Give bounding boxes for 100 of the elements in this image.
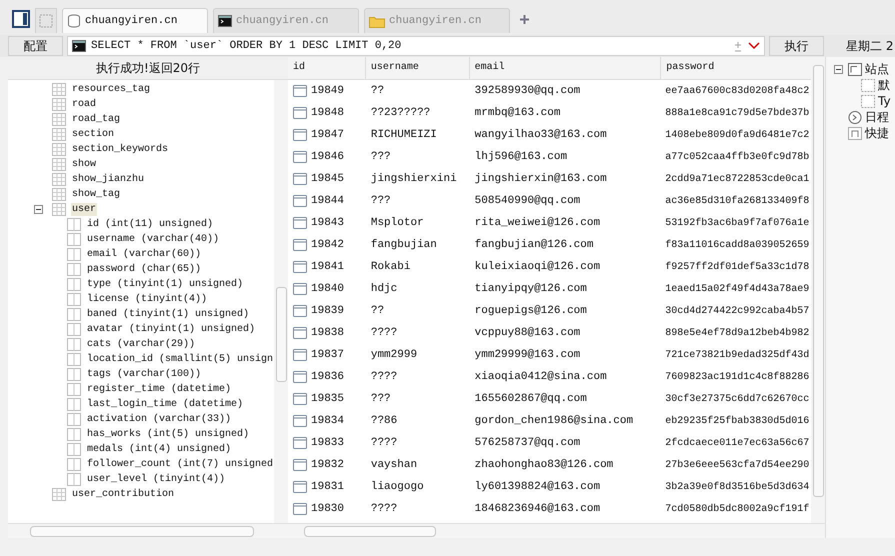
tree-item[interactable]: email (varchar(60)) — [86, 248, 202, 261]
row-icon — [293, 239, 307, 251]
terminal-icon — [72, 40, 86, 52]
execute-button[interactable]: 执行 — [769, 36, 824, 56]
table-cell: 19846 — [311, 151, 344, 163]
table-cell: 19834 — [311, 415, 344, 427]
query-field[interactable]: SELECT * FROM `user` ORDER BY 1 DESC LIMIT 0,20 — [67, 36, 765, 56]
tree-item[interactable]: section_keywords — [71, 143, 170, 156]
column-icon — [67, 353, 81, 366]
table-cell: 2cdd9a71ec8722853cde0ca1 — [665, 174, 810, 184]
table-cell: 19848 — [311, 107, 344, 119]
table-cell: 19838 — [311, 327, 344, 339]
column-icon — [67, 458, 81, 471]
tree-item[interactable]: has_works (int(5) unsigned) — [86, 428, 250, 441]
row-icon — [293, 481, 307, 493]
tree-item[interactable]: road_tag — [71, 113, 122, 126]
table-cell: 1eaed15a02f49f4d43a78ae9 — [665, 284, 810, 294]
tree-item[interactable]: medals (int(4) unsigned) — [86, 443, 232, 456]
table-cell: 19832 — [311, 459, 344, 471]
tree-item[interactable]: avatar (tinyint(1) unsigned) — [86, 323, 256, 336]
table-cell: xiaoqia0412@sina.com — [474, 371, 607, 383]
tree-item[interactable]: activation (varchar(33)) — [86, 413, 232, 426]
table-cell: ???? — [370, 371, 398, 383]
tree-item[interactable]: show_tag — [71, 188, 122, 201]
row-icon — [293, 107, 307, 119]
tree-item[interactable]: last_login_time (datetime) — [86, 398, 244, 411]
table-cell: 7609823ac191d1c4c8f88286 — [665, 372, 810, 382]
table-cell: 7cd0580db5dc8002a9cf191f — [665, 504, 810, 514]
tree-item[interactable]: cats (varchar(29)) — [86, 338, 196, 351]
table-cell: 392589930@qq.com — [474, 85, 580, 97]
date-label: 星期二 2 — [846, 38, 894, 54]
table-cell: 1655602867@qq.com — [474, 393, 587, 405]
tree-item[interactable]: user_level (tinyint(4)) — [86, 473, 226, 486]
tree-item[interactable]: 默 — [878, 76, 890, 94]
tree-item[interactable]: 日程 — [865, 108, 889, 126]
table-cell: eb29235f25fbab3830d5d016 — [665, 416, 810, 426]
tree-item[interactable]: license (tinyint(4)) — [86, 293, 208, 306]
table-cell: 19843 — [311, 217, 344, 229]
tree-item[interactable]: road — [71, 98, 98, 111]
tree-item[interactable]: show_jianzhu — [71, 173, 146, 186]
column-icon — [67, 323, 81, 336]
column-icon — [67, 338, 81, 351]
tree-item[interactable]: 快捷 — [865, 124, 889, 142]
row-icon — [293, 437, 307, 449]
column-header[interactable]: id — [288, 57, 366, 79]
collapse-icon[interactable] — [34, 205, 43, 214]
horizontal-scrollbar[interactable] — [8, 523, 288, 538]
tree-item[interactable]: password (char(65)) — [86, 263, 202, 276]
tree-item[interactable]: Ty — [878, 94, 891, 108]
table-cell: ymm2999 — [370, 349, 418, 361]
table-cell: f83a11016cadd8a039052659 — [665, 240, 810, 250]
column-header[interactable]: email — [470, 57, 662, 79]
tree-item[interactable]: type (tinyint(1) unsigned) — [86, 278, 244, 291]
tree-item[interactable]: username (varchar(40)) — [86, 233, 220, 246]
column-header[interactable]: username — [366, 57, 470, 79]
vertical-scrollbar[interactable] — [811, 57, 825, 523]
tree-item[interactable]: 站点 — [865, 60, 889, 78]
tree-item[interactable]: resources_tag — [71, 83, 152, 96]
tree-item[interactable]: show — [71, 158, 98, 171]
collapse-icon[interactable] — [834, 64, 843, 74]
table-icon — [52, 173, 66, 186]
table-cell: mrmbq@163.com — [474, 107, 560, 119]
row-icon — [293, 349, 307, 361]
column-icon — [67, 233, 81, 246]
table-icon — [52, 128, 66, 141]
vertical-scrollbar[interactable] — [274, 80, 288, 523]
config-button[interactable]: 配置 — [8, 36, 63, 56]
table-icon — [52, 113, 66, 126]
table-cell: 19845 — [311, 173, 344, 185]
dropdown-icon — [748, 42, 760, 50]
tree-item[interactable]: user_contribution — [71, 488, 176, 501]
table-cell: ??23????? — [370, 107, 430, 119]
tree-item[interactable]: baned (tinyint(1) unsigned) — [86, 308, 250, 321]
table-cell: 19836 — [311, 371, 344, 383]
column-icon — [67, 293, 81, 306]
table-cell: liaogogo — [370, 481, 424, 493]
column-icon — [67, 413, 81, 426]
row-icon — [293, 151, 307, 163]
tree-item[interactable]: location_id (smallint(5) unsign — [86, 353, 274, 366]
tree-item[interactable]: register_time (datetime) — [86, 383, 232, 396]
tree-item[interactable]: section — [71, 128, 116, 141]
table-cell: 898e5e4ef78d9a12beb4b982 — [665, 328, 810, 338]
table-cell: ac36e85d310fa268133409f8 — [665, 196, 810, 206]
tree-item[interactable]: user — [71, 203, 98, 216]
column-icon — [67, 263, 81, 276]
grid-tab-icon[interactable] — [35, 8, 57, 33]
table-cell: 19833 — [311, 437, 344, 449]
tree-item[interactable]: tags (varchar(100)) — [86, 368, 202, 381]
tree-item[interactable]: follower_count (int(7) unsigned — [86, 458, 274, 471]
table-icon — [52, 98, 66, 111]
tab[interactable]: chuangyiren.cn — [62, 8, 208, 33]
table-icon — [52, 203, 66, 216]
table-cell: 508540990@qq.com — [474, 195, 580, 207]
tree-item[interactable]: id (int(11) unsigned) — [86, 218, 214, 231]
row-icon — [293, 261, 307, 273]
table-cell: ??? — [370, 151, 391, 163]
table-cell: 2fcdcaece011e7ec63a56c67 — [665, 438, 810, 448]
column-header[interactable]: password — [661, 57, 811, 79]
horizontal-scrollbar[interactable] — [288, 523, 825, 538]
table-cell: 19835 — [311, 393, 344, 405]
